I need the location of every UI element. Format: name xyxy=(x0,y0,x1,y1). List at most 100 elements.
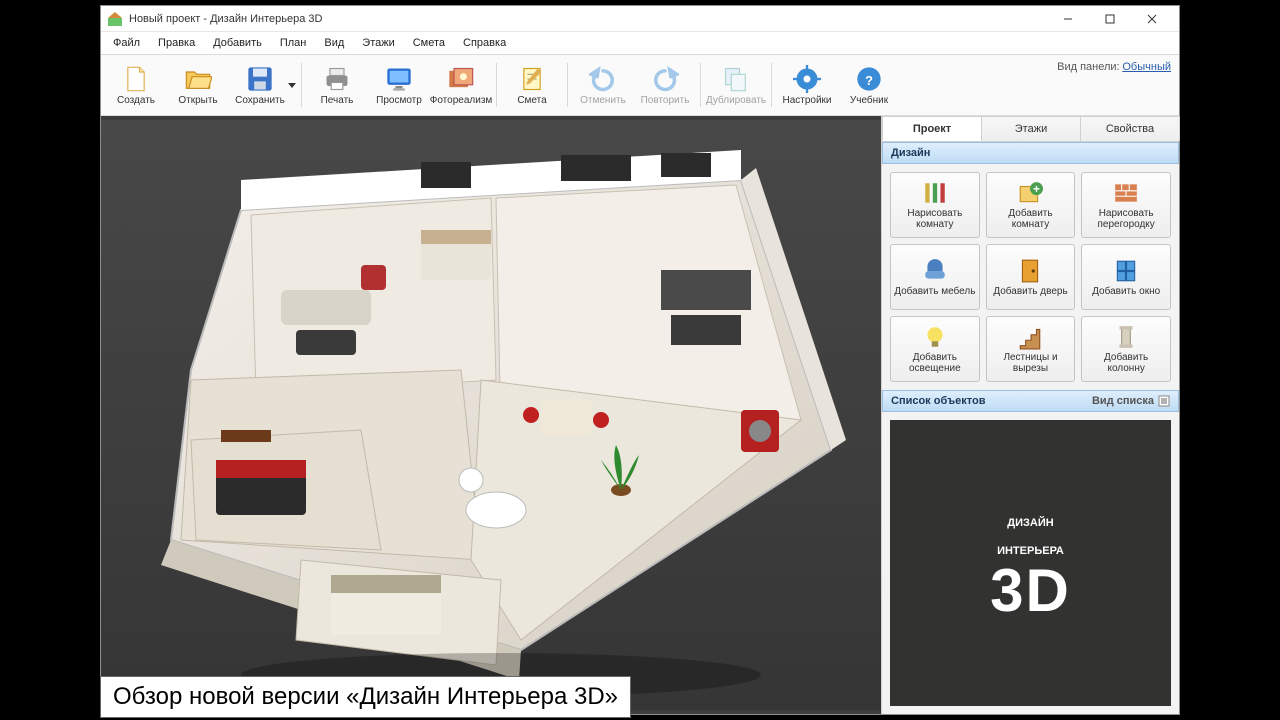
preview-button[interactable]: Просмотр xyxy=(368,57,430,113)
window-icon xyxy=(1113,258,1139,284)
toolbar-sep xyxy=(301,63,302,107)
add-room-button[interactable]: + Добавить комнату xyxy=(986,172,1076,238)
minimize-button[interactable] xyxy=(1047,7,1089,31)
toolbar: Создать Открыть Сохранить Печать Просмот… xyxy=(101,54,1179,116)
maximize-button[interactable] xyxy=(1089,7,1131,31)
redo-button[interactable]: Повторить xyxy=(634,57,696,113)
view-list-control[interactable]: Вид списка xyxy=(1092,395,1170,407)
create-label: Создать xyxy=(117,95,155,106)
panel-mode-label: Вид панели: xyxy=(1057,61,1119,73)
menubar: Файл Правка Добавить План Вид Этажи Смет… xyxy=(101,32,1179,54)
settings-button[interactable]: Настройки xyxy=(776,57,838,113)
menu-view[interactable]: Вид xyxy=(316,34,352,52)
add-lighting-label: Добавить освещение xyxy=(893,352,977,374)
undo-button[interactable]: Отменить xyxy=(572,57,634,113)
add-door-button[interactable]: Добавить дверь xyxy=(986,244,1076,310)
menu-estimate[interactable]: Смета xyxy=(405,34,453,52)
settings-label: Настройки xyxy=(782,95,831,106)
menu-floors[interactable]: Этажи xyxy=(354,34,402,52)
section-objects-header: Список объектов Вид списка xyxy=(882,390,1179,412)
sidebar: Проект Этажи Свойства Дизайн Нарисовать … xyxy=(881,116,1179,714)
redo-label: Повторить xyxy=(641,95,690,106)
tutorial-button[interactable]: ? Учебник xyxy=(838,57,900,113)
work-area: Проект Этажи Свойства Дизайн Нарисовать … xyxy=(101,116,1179,714)
print-button[interactable]: Печать xyxy=(306,57,368,113)
undo-icon xyxy=(589,65,617,93)
draw-room-button[interactable]: Нарисовать комнату xyxy=(890,172,980,238)
add-room-icon: + xyxy=(1017,180,1043,206)
armchair-icon xyxy=(922,258,948,284)
draw-partition-button[interactable]: Нарисовать перегородку xyxy=(1081,172,1171,238)
menu-plan[interactable]: План xyxy=(272,34,315,52)
app-icon xyxy=(107,11,123,27)
add-lighting-button[interactable]: Добавить освещение xyxy=(890,316,980,382)
notepad-icon xyxy=(518,65,546,93)
add-door-label: Добавить дверь xyxy=(993,286,1067,297)
objects-label: Список объектов xyxy=(891,395,985,407)
save-button[interactable]: Сохранить xyxy=(229,57,291,113)
help-icon: ? xyxy=(855,65,883,93)
lightbulb-icon xyxy=(922,324,948,350)
open-button[interactable]: Открыть xyxy=(167,57,229,113)
add-room-label: Добавить комнату xyxy=(989,208,1073,230)
printer-icon xyxy=(323,65,351,93)
print-label: Печать xyxy=(321,95,354,106)
add-furniture-button[interactable]: Добавить мебель xyxy=(890,244,980,310)
duplicate-button[interactable]: Дублировать xyxy=(705,57,767,113)
video-caption: Обзор новой версии «Дизайн Интерьера 3D» xyxy=(100,676,631,718)
toolbar-sep xyxy=(771,63,772,107)
menu-add[interactable]: Добавить xyxy=(205,34,270,52)
titlebar[interactable]: Новый проект - Дизайн Интерьера 3D xyxy=(101,6,1179,32)
photorealism-label: Фотореализм xyxy=(430,95,493,106)
letterbox-right xyxy=(1180,0,1280,720)
photorealism-button[interactable]: Фотореализм xyxy=(430,57,492,113)
add-window-label: Добавить окно xyxy=(1092,286,1160,297)
column-icon xyxy=(1113,324,1139,350)
save-label: Сохранить xyxy=(235,95,285,106)
panel-mode-link[interactable]: Обычный xyxy=(1122,61,1171,73)
add-column-button[interactable]: Добавить колонну xyxy=(1081,316,1171,382)
photorealism-icon xyxy=(447,65,475,93)
save-dropdown[interactable] xyxy=(287,57,297,113)
panel-mode: Вид панели: Обычный xyxy=(1057,61,1171,73)
section-design-header: Дизайн xyxy=(882,142,1179,164)
stairs-label: Лестницы и вырезы xyxy=(989,352,1073,374)
undo-label: Отменить xyxy=(580,95,626,106)
tab-properties[interactable]: Свойства xyxy=(1080,116,1180,141)
duplicate-label: Дублировать xyxy=(706,95,766,106)
promo-line1: ДИЗАЙН xyxy=(1007,517,1053,529)
monitor-icon xyxy=(385,65,413,93)
add-window-button[interactable]: Добавить окно xyxy=(1081,244,1171,310)
list-view-icon xyxy=(1158,395,1170,407)
create-button[interactable]: Создать xyxy=(105,57,167,113)
svg-text:+: + xyxy=(1034,182,1041,196)
menu-file[interactable]: Файл xyxy=(105,34,148,52)
door-icon xyxy=(1017,258,1043,284)
menu-help[interactable]: Справка xyxy=(455,34,514,52)
stairs-button[interactable]: Лестницы и вырезы xyxy=(986,316,1076,382)
estimate-button[interactable]: Смета xyxy=(501,57,563,113)
draw-room-label: Нарисовать комнату xyxy=(893,208,977,230)
save-icon xyxy=(246,65,274,93)
add-furniture-label: Добавить мебель xyxy=(894,286,975,297)
duplicate-icon xyxy=(722,65,750,93)
redo-icon xyxy=(651,65,679,93)
open-label: Открыть xyxy=(178,95,217,106)
brick-wall-icon xyxy=(1113,180,1139,206)
close-button[interactable] xyxy=(1131,7,1173,31)
letterbox-left xyxy=(0,0,100,720)
promo-line3: 3D xyxy=(990,559,1071,622)
gear-icon xyxy=(793,65,821,93)
menu-edit[interactable]: Правка xyxy=(150,34,203,52)
tab-project[interactable]: Проект xyxy=(882,116,982,141)
viewport-3d[interactable] xyxy=(101,116,881,714)
promo-line2: ИНТЕРЬЕРА xyxy=(997,545,1064,557)
tab-floors[interactable]: Этажи xyxy=(981,116,1081,141)
brushes-icon xyxy=(922,180,948,206)
svg-text:?: ? xyxy=(865,72,873,87)
sidebar-tabs: Проект Этажи Свойства xyxy=(882,116,1179,142)
toolbar-sep xyxy=(700,63,701,107)
window-controls xyxy=(1047,7,1173,31)
estimate-label: Смета xyxy=(517,95,546,106)
toolbar-sep xyxy=(496,63,497,107)
